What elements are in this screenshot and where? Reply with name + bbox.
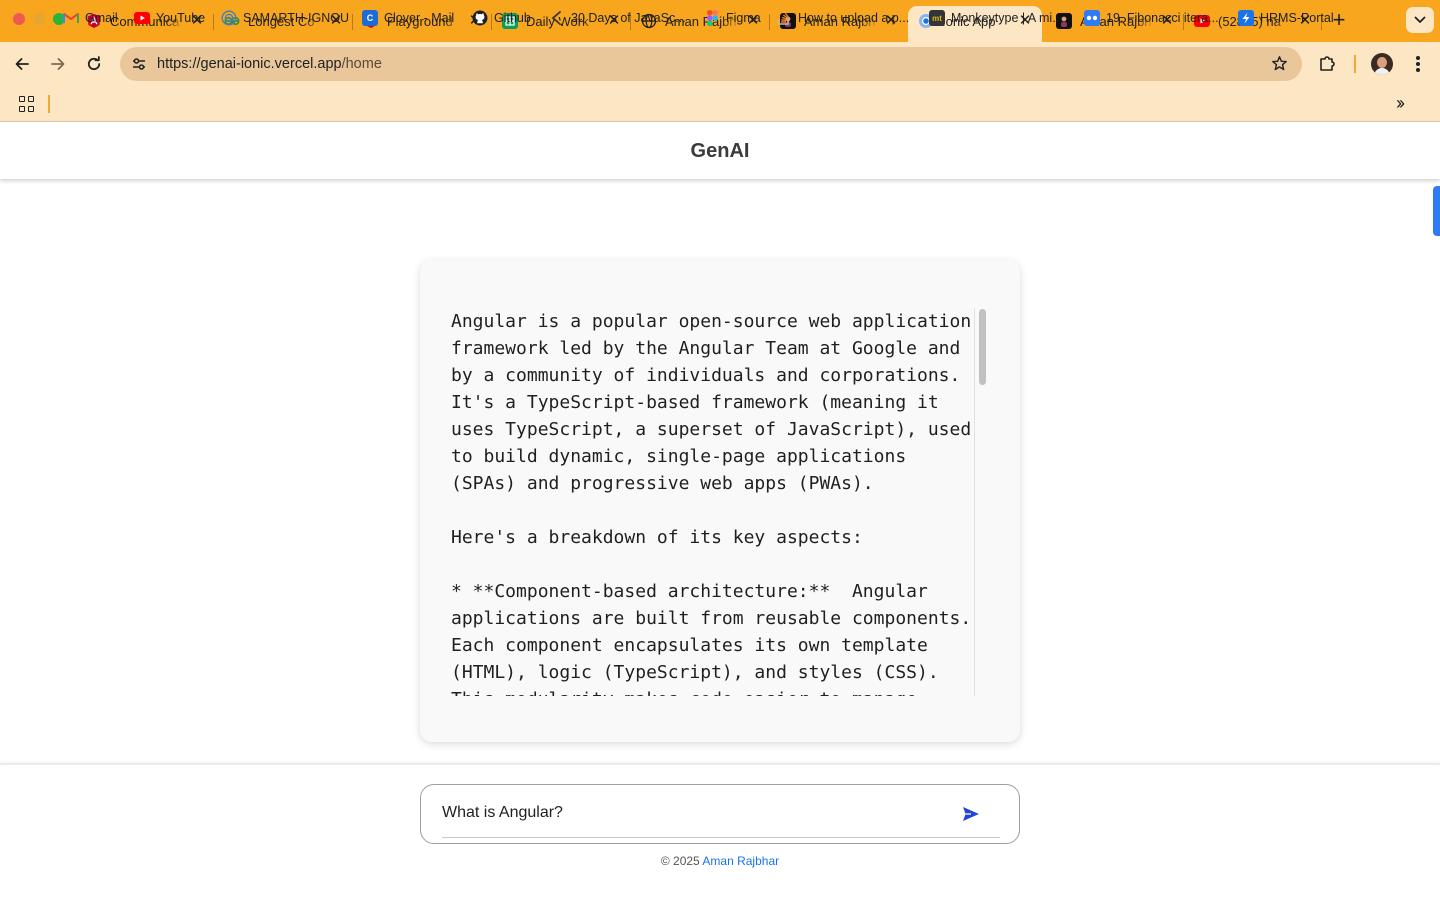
chevron-down-icon <box>1414 16 1426 23</box>
app-header: GenAI <box>0 122 1440 179</box>
bookmark-label: Monkeytype | A mi... <box>951 11 1063 25</box>
forward-button[interactable] <box>46 52 70 76</box>
bookmark-monkeytype[interactable]: mt Monkeytype | A mi... <box>929 9 1063 27</box>
answer-scrollbar[interactable] <box>974 308 988 696</box>
answer-scrollbar-thumb[interactable] <box>979 309 986 385</box>
bookmark-star-icon[interactable] <box>1271 55 1288 77</box>
answer-text: Angular is a popular open-source web app… <box>451 311 972 696</box>
tab-search-button[interactable] <box>1406 7 1434 33</box>
bookmark-label: 30 Days of JavaSc... <box>571 11 686 25</box>
bookmarks-overflow-chevron-icon[interactable]: ›› <box>1396 93 1405 114</box>
bookmark-youtube[interactable]: YouTube <box>134 9 205 27</box>
bookmark-samarth-ignou[interactable]: SAMARTH-IGNOU <box>221 9 349 27</box>
send-button[interactable] <box>959 803 983 825</box>
js-icon <box>549 10 565 26</box>
copyright-footer: © 2025 Aman Rajbhar <box>0 854 1440 868</box>
bookmark-fibonacci[interactable]: 19. Fibonacci itera... <box>1084 9 1219 27</box>
browser-chrome: Communica ✕ Longest Co ✕ Playground ✕ Da… <box>0 0 1440 122</box>
address-bar[interactable]: https://genai-ionic.vercel.app/home <box>120 47 1302 81</box>
avatar-face <box>1377 57 1387 68</box>
hrms-icon <box>1238 10 1254 26</box>
answer-card: Angular is a popular open-source web app… <box>420 260 1020 742</box>
bookmark-github[interactable]: Github <box>472 9 531 27</box>
site-info-icon[interactable] <box>129 54 149 74</box>
bookmark-label: YouTube <box>156 11 206 25</box>
arrow-left-icon <box>15 58 29 70</box>
copyright-prefix: © 2025 <box>660 854 700 868</box>
stackoverflow-icon <box>776 10 792 26</box>
window-close-button[interactable] <box>13 13 25 25</box>
bookmark-label: Github <box>494 11 531 25</box>
reload-button[interactable] <box>82 52 106 76</box>
extensions-puzzle-icon[interactable] <box>1318 53 1338 78</box>
apps-grid-icon[interactable] <box>19 96 35 112</box>
url-path: /home <box>341 56 382 72</box>
bookmark-label: Clover - Mail <box>384 11 455 25</box>
page-scrollbar-thumb[interactable] <box>1433 186 1440 236</box>
avatar-body <box>1374 68 1390 75</box>
prompt-input[interactable] <box>442 785 942 841</box>
bookmark-label: How to upload a p... <box>798 11 910 25</box>
browser-menu-kebab-icon[interactable] <box>1409 54 1427 74</box>
answer-scroll-area[interactable]: Angular is a popular open-source web app… <box>451 308 981 696</box>
bookmark-label: HRMS-Portal <box>1260 11 1334 25</box>
profile-avatar[interactable] <box>1371 53 1393 75</box>
url-text[interactable]: https://genai-ionic.vercel.app/home <box>157 56 382 72</box>
prompt-container <box>420 784 1020 844</box>
bookmark-how-to-upload[interactable]: How to upload a p... <box>776 9 909 27</box>
bookmark-clover-mail[interactable]: C Clover - Mail <box>362 9 454 27</box>
toolbar-divider <box>1354 55 1356 73</box>
bookmark-label: 19. Fibonacci itera... <box>1106 11 1219 25</box>
browser-toolbar: https://genai-ionic.vercel.app/home <box>0 42 1440 86</box>
bookmarks-bar <box>0 86 1440 122</box>
url-host: https://genai-ionic.vercel.app <box>157 56 342 72</box>
bookmark-gmail[interactable]: Gmail <box>63 9 118 27</box>
samarth-icon <box>221 10 237 26</box>
bookmark-label: Gmail <box>85 11 118 25</box>
gmail-icon <box>63 10 79 26</box>
figma-icon <box>704 10 720 26</box>
github-icon <box>472 10 488 26</box>
reload-icon <box>87 56 101 71</box>
app-title: GenAI <box>690 140 750 162</box>
bookmark-label: SAMARTH-IGNOU <box>243 11 350 25</box>
back-button[interactable] <box>10 52 34 76</box>
bookmark-figma[interactable]: Figma <box>704 9 761 27</box>
window-minimize-button[interactable] <box>33 13 45 25</box>
clover-icon: C <box>362 10 378 26</box>
arrow-right-icon <box>51 58 65 70</box>
author-link[interactable]: Aman Rajbhar <box>702 854 779 868</box>
send-icon <box>963 807 979 821</box>
bookmark-hrms-portal[interactable]: HRMS-Portal <box>1238 9 1334 27</box>
youtube-icon <box>134 10 150 26</box>
bookmark-label: Figma <box>726 11 761 25</box>
prompt-underline <box>442 837 1000 838</box>
monkeytype-icon: mt <box>929 10 945 26</box>
bookmark-30-days-javascript[interactable]: 30 Days of JavaSc... <box>549 9 686 27</box>
bookmarks-divider <box>48 95 50 113</box>
footer-divider <box>0 763 1440 765</box>
coding-icon <box>1084 10 1100 26</box>
